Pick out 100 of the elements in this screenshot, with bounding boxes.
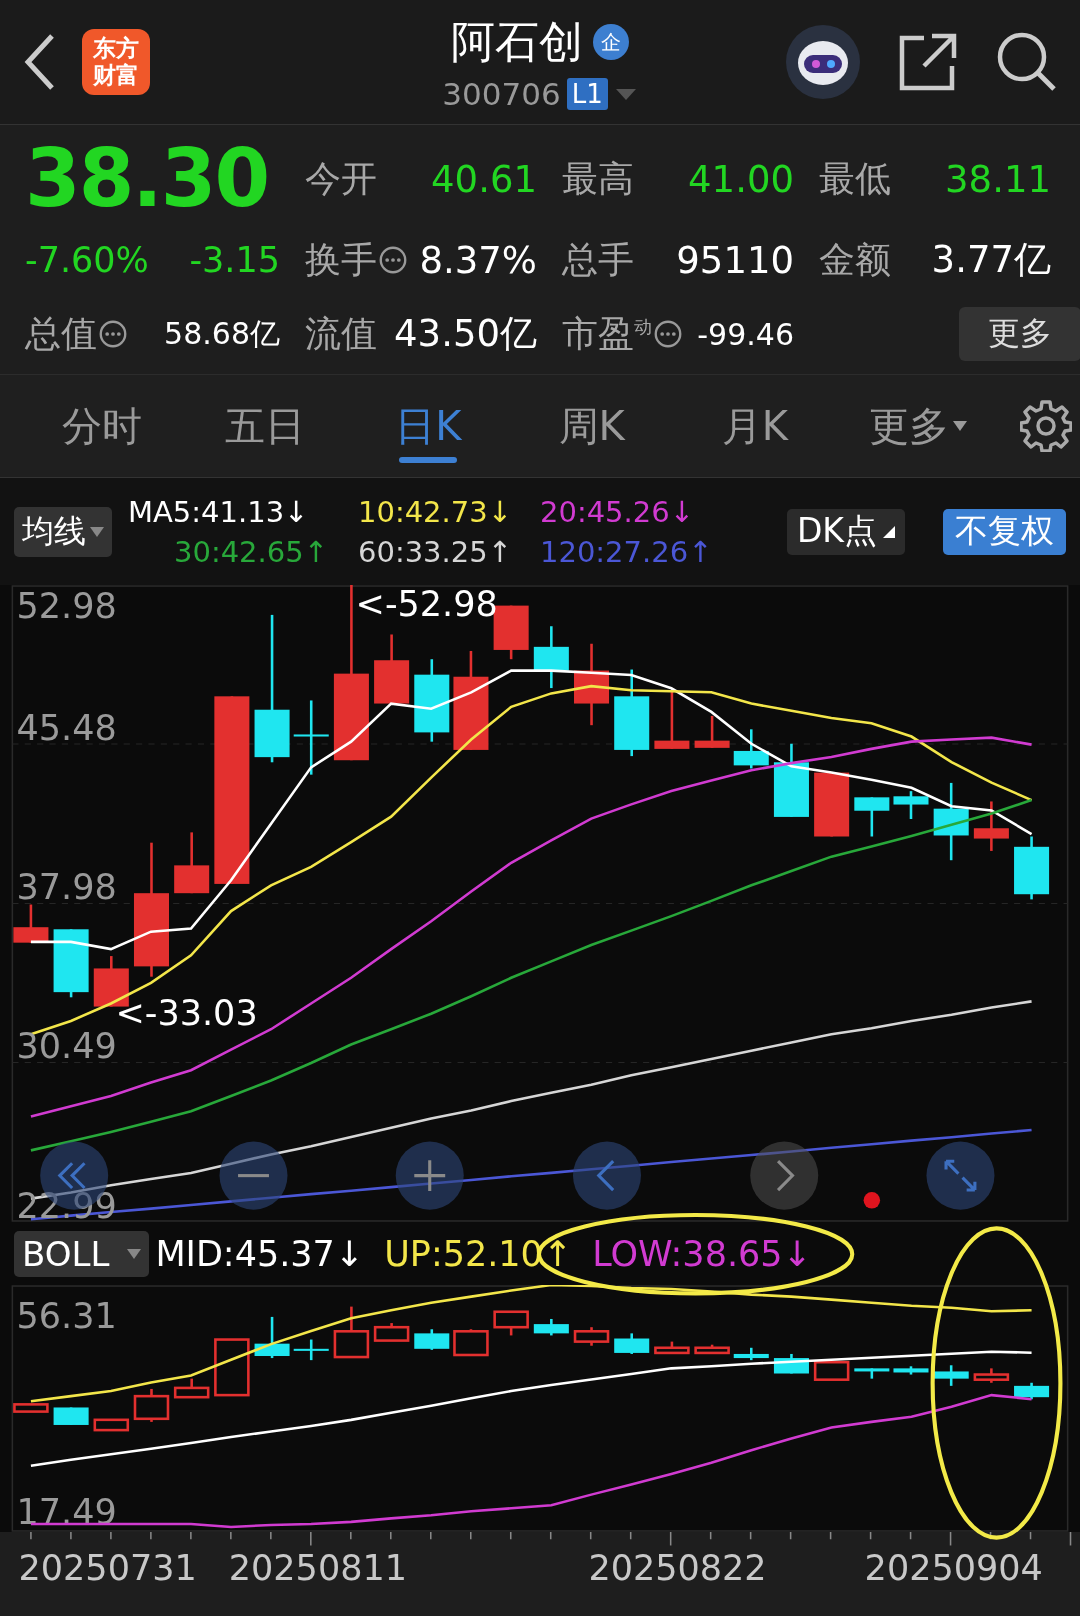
candlestick	[373, 1323, 410, 1342]
zoom-out-icon[interactable]	[219, 1141, 288, 1210]
candlestick	[333, 1306, 370, 1359]
moving-average-value: MA5:41.13↓	[128, 494, 309, 529]
candlestick	[614, 1333, 650, 1354]
candlestick	[733, 1347, 769, 1361]
stat-value: 8.37%	[419, 238, 537, 282]
date-axis-label: 20250904	[864, 1546, 1043, 1588]
period-tab[interactable]: 周K	[510, 375, 674, 477]
stat-label: 金额	[819, 238, 891, 282]
share-icon[interactable]	[898, 32, 958, 92]
stat-value: 41.00	[688, 157, 794, 201]
candlestick	[733, 729, 769, 769]
price-axis-label: 56.31	[16, 1295, 117, 1336]
period-tab[interactable]: 五日	[183, 375, 347, 477]
candlestick	[694, 1344, 730, 1355]
period-tab[interactable]: 日K	[346, 375, 510, 477]
stock-name: 阿石创	[451, 14, 583, 69]
settings-icon[interactable]	[1019, 400, 1072, 452]
chevron-right-icon[interactable]	[750, 1141, 819, 1210]
enterprise-badge: 企	[593, 24, 629, 60]
price-annotation: <-33.03	[115, 992, 258, 1034]
stat-value: 43.50亿	[394, 311, 537, 357]
candlestick	[813, 1360, 850, 1381]
stat-label: 最低	[819, 157, 891, 201]
candlestick	[293, 1339, 329, 1361]
candlestick	[973, 801, 1009, 851]
stat-value: 95110	[676, 238, 794, 282]
change-percent: -7.60%	[25, 240, 149, 280]
boll-value: MID:45.37↓	[155, 1233, 365, 1274]
candlestick	[694, 715, 730, 748]
period-tab[interactable]: 分时	[20, 375, 184, 477]
candlestick	[13, 1403, 49, 1413]
info-icon[interactable]	[654, 320, 682, 348]
mascot-icon[interactable]	[786, 25, 860, 99]
caret-icon	[953, 421, 968, 431]
candlestick	[1014, 1382, 1050, 1400]
candlestick	[814, 772, 850, 837]
moving-average-value: 20:45.26↓	[540, 494, 694, 529]
stat-value: 40.61	[431, 157, 537, 201]
period-tab[interactable]: 更多	[836, 375, 1000, 477]
candlestick	[773, 1353, 809, 1374]
moving-average-value: 60:33.25↑	[358, 534, 513, 569]
candlestick	[654, 690, 690, 749]
zoom-in-icon[interactable]	[395, 1141, 464, 1210]
period-tab[interactable]: 月K	[673, 375, 837, 477]
candlestick	[533, 626, 569, 689]
stat-label: 换手	[305, 238, 377, 282]
stat-label: 总手	[562, 238, 634, 282]
price-annotation: <-52.98	[355, 585, 498, 624]
current-price: 38.30	[25, 139, 270, 219]
candlestick	[53, 1407, 89, 1425]
price-axis-label: 45.48	[16, 706, 117, 748]
stat-label: 总值	[25, 312, 97, 356]
level-badge: L1	[566, 77, 608, 110]
indicator-dropdown[interactable]: 均线	[14, 506, 112, 557]
candlestick	[374, 634, 410, 704]
price-axis-label: 30.49	[16, 1025, 117, 1067]
stat-value: -99.46	[697, 316, 794, 352]
adjustment-button[interactable]: 不复权	[943, 508, 1066, 555]
moving-average-value: 10:42.73↓	[358, 494, 512, 529]
date-axis-label: 20250822	[588, 1546, 767, 1588]
marker-dot	[863, 1192, 881, 1209]
indicator-dropdown[interactable]: BOLL	[14, 1230, 150, 1277]
candlestick	[933, 1365, 969, 1386]
more-button[interactable]: 更多	[959, 307, 1080, 361]
price-change: -3.15	[189, 240, 280, 280]
boll-value: LOW:38.65↓	[592, 1233, 812, 1274]
candlestick	[654, 1341, 690, 1355]
candlestick	[174, 832, 210, 894]
chevron-left-icon[interactable]	[573, 1141, 641, 1210]
search-icon[interactable]	[996, 31, 1058, 93]
stat-label: 最高	[562, 157, 634, 201]
candlestick	[133, 1388, 170, 1422]
price-axis-label: 17.49	[16, 1491, 117, 1532]
stat-label: 流值	[305, 312, 377, 356]
app-logo: 东方财富	[82, 29, 150, 95]
price-axis-label: 37.98	[16, 866, 117, 908]
stat-value: 58.68亿	[164, 314, 280, 353]
candlestick	[573, 1327, 610, 1346]
date-axis-label: 20250811	[228, 1546, 407, 1588]
stat-label: 今开	[305, 157, 377, 201]
candlestick	[214, 1338, 250, 1397]
candlestick	[893, 791, 929, 819]
dk-point-button[interactable]: DK点	[786, 508, 905, 555]
max-price-label: 52.98	[16, 585, 117, 626]
candlestick	[414, 1329, 450, 1350]
candlestick	[533, 1318, 569, 1336]
candlestick	[973, 1368, 1010, 1383]
candlestick	[173, 1378, 210, 1399]
moving-average-value: 120:27.26↑	[540, 534, 714, 569]
stat-label: 市盈$^{动}$	[562, 312, 652, 356]
fullscreen-icon[interactable]	[926, 1141, 995, 1210]
candlestick	[893, 1366, 929, 1375]
date-axis-label: 20250731	[18, 1546, 197, 1588]
corner-triangle-icon	[883, 525, 895, 538]
stat-value: 38.11	[945, 157, 1051, 201]
info-icon[interactable]	[99, 320, 127, 348]
info-icon[interactable]	[379, 246, 407, 274]
candlestick	[453, 1329, 489, 1357]
